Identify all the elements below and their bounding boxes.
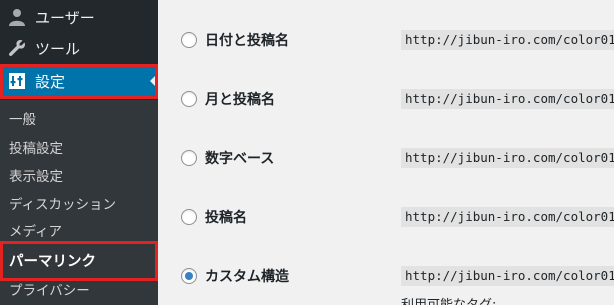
- menu-item-tools-label: ツール: [35, 39, 81, 58]
- permalink-option-day-name: 日付と投稿名 http://jibun-iro.com/color01/: [158, 25, 614, 55]
- settings-highlight-box: [0, 64, 158, 99]
- option-label[interactable]: カスタム構造: [205, 266, 289, 286]
- available-tags-label: 利用可能なタグ:: [401, 294, 496, 305]
- radio-day-name[interactable]: [181, 32, 197, 48]
- menu-item-tools[interactable]: ツール: [0, 31, 158, 65]
- submenu-item-general[interactable]: 一般: [9, 109, 36, 131]
- option-label[interactable]: 日付と投稿名: [205, 30, 289, 50]
- submenu-item-privacy[interactable]: プライバシー: [9, 280, 90, 302]
- url-example: http://jibun-iro.com/color01/: [401, 207, 614, 227]
- admin-sidebar: ユーザー ツール 設定 一般 投稿設定 表示設定 ディスカッション メディア パ…: [0, 0, 158, 305]
- radio-post-name[interactable]: [181, 209, 197, 225]
- url-example: http://jibun-iro.com/color01: [401, 266, 614, 286]
- url-example: http://jibun-iro.com/color01/: [401, 148, 614, 168]
- submenu-item-reading[interactable]: 表示設定: [9, 166, 63, 188]
- radio-numeric[interactable]: [181, 150, 197, 166]
- permalink-settings-form: 日付と投稿名 http://jibun-iro.com/color01/ 月と投…: [158, 0, 614, 305]
- permalink-highlight-box: [0, 241, 158, 281]
- wp-admin-screen: ユーザー ツール 設定 一般 投稿設定 表示設定 ディスカッション メディア パ…: [0, 0, 614, 305]
- permalink-option-custom: カスタム構造 http://jibun-iro.com/color01: [158, 261, 614, 291]
- option-label[interactable]: 投稿名: [205, 207, 247, 227]
- option-label[interactable]: 月と投稿名: [205, 89, 275, 109]
- user-icon: [7, 7, 27, 27]
- url-example: http://jibun-iro.com/color01/: [401, 89, 614, 109]
- submenu-item-writing[interactable]: 投稿設定: [9, 138, 63, 160]
- menu-item-users[interactable]: ユーザー: [0, 0, 158, 34]
- submenu-item-media[interactable]: メディア: [9, 221, 62, 243]
- permalink-option-numeric: 数字ベース http://jibun-iro.com/color01/: [158, 143, 614, 173]
- radio-month-name[interactable]: [181, 91, 197, 107]
- submenu-item-discussion[interactable]: ディスカッション: [9, 194, 116, 216]
- wrench-icon: [7, 38, 27, 58]
- permalink-option-month-name: 月と投稿名 http://jibun-iro.com/color01/: [158, 84, 614, 114]
- menu-item-users-label: ユーザー: [35, 8, 95, 27]
- url-example: http://jibun-iro.com/color01/: [401, 30, 614, 50]
- radio-custom-structure[interactable]: [181, 268, 197, 284]
- option-label[interactable]: 数字ベース: [205, 148, 274, 168]
- permalink-option-post-name: 投稿名 http://jibun-iro.com/color01/: [158, 202, 614, 232]
